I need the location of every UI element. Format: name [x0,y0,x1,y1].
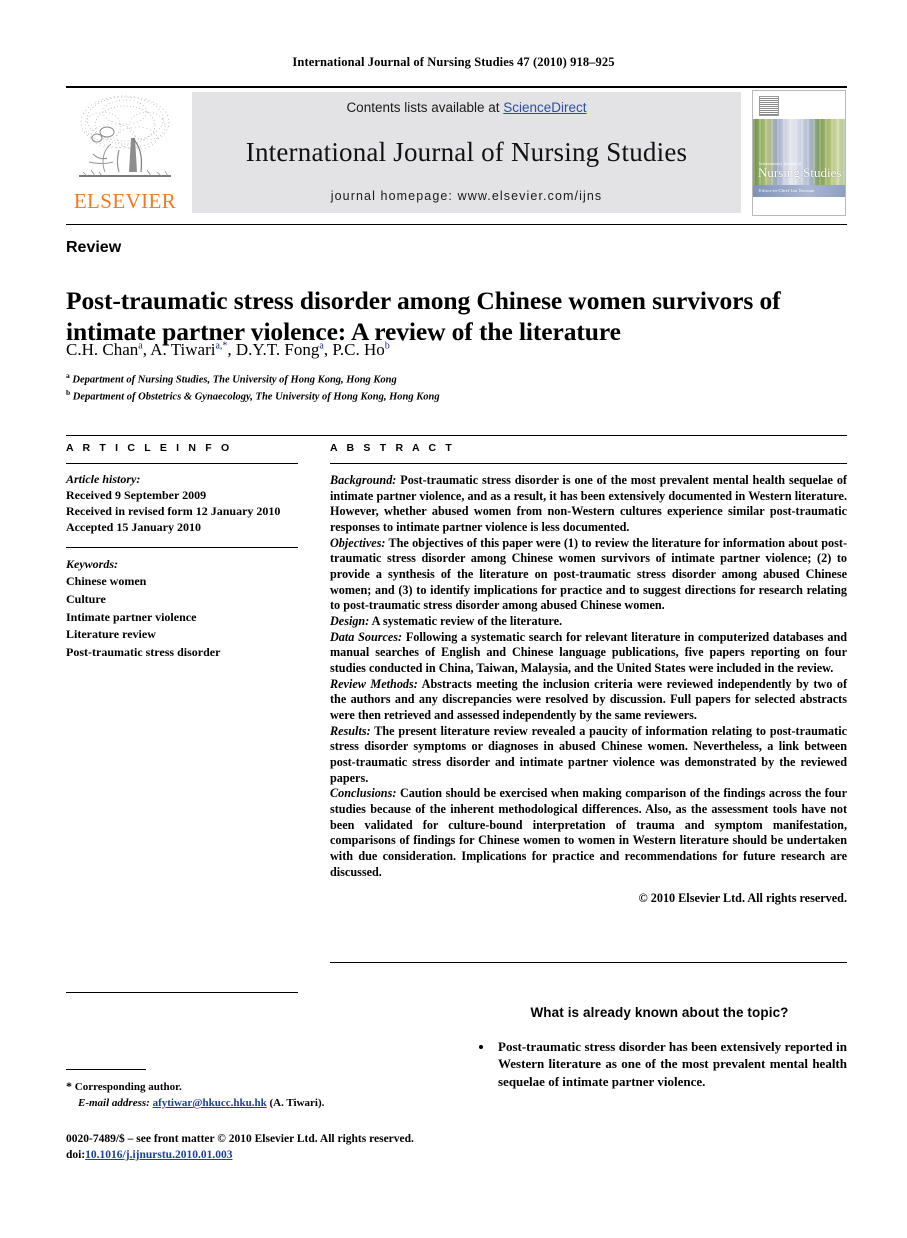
article-info-column: A R T I C L E I N F O Article history: R… [66,442,298,993]
affiliation-b: b Department of Obstetrics & Gynaecology… [66,388,826,405]
cover-footer-text: Editor-in-Chief Ian Norman [759,188,815,193]
masthead-bottom-rule [66,224,847,225]
cover-publisher-logo-icon [759,96,779,116]
cover-footer-bar: Editor-in-Chief Ian Norman [753,185,845,197]
list-item: Post-traumatic stress disorder has been … [494,1038,847,1090]
elsevier-wordmark: ELSEVIER [73,189,177,213]
elsevier-tree-icon [79,95,171,177]
abstract-section-label: Review Methods: [330,676,418,691]
article-history: Article history: Received 9 September 20… [66,464,298,536]
keyword-item: Culture [66,592,106,607]
sciencedirect-link[interactable]: ScienceDirect [503,100,586,115]
author-list: C.H. Chana, A. Tiwaria,*, D.Y.T. Fonga, … [66,340,390,359]
email-link[interactable]: afytiwar@hkucc.hku.hk [153,1097,267,1109]
affiliation-marker-b: b [66,387,71,397]
history-accepted: Accepted 15 January 2010 [66,519,201,534]
history-revised: Received in revised form 12 January 2010 [66,503,281,518]
abstract-column: A B S T R A C T Background: Post-traumat… [330,442,847,907]
running-head: International Journal of Nursing Studies… [292,55,615,69]
abstract-section: Results: The present literature review r… [330,724,847,787]
abstract-section-text: Caution should be exercised when making … [330,786,847,879]
abstract-section: Data Sources: Following a systematic sea… [330,630,847,677]
history-received: Received 9 September 2009 [66,487,207,502]
abstract-top-rule [66,435,847,436]
contents-prefix: Contents lists available at [346,100,504,115]
what-is-known-title: What is already known about the topic? [530,1005,789,1020]
author-affil-marker: a [319,340,324,352]
email-line: E-mail address: afytiwar@hkucc.hku.hk (A… [66,1096,366,1112]
affiliations: a Department of Nursing Studies, The Uni… [66,371,826,405]
journal-banner: Contents lists available at ScienceDirec… [192,92,741,213]
abstract-section-label: Background: [330,473,397,487]
journal-masthead: ELSEVIER Contents lists available at Sci… [66,86,847,216]
abstract-section-text: The present literature review revealed a… [330,723,847,785]
abstract-section: Design: A systematic review of the liter… [330,614,847,630]
journal-cover-thumbnail: International Journal of Nursing Studies… [752,90,846,216]
corresponding-marker: * [66,1079,72,1093]
doi-label: doi: [66,1149,86,1162]
abstract-copyright: © 2010 Elsevier Ltd. All rights reserved… [638,891,847,906]
abstract-section-text: Following a systematic search for releva… [330,629,848,676]
abstract-heading: A B S T R A C T [330,442,455,454]
abstract-section: Background: Post-traumatic stress disord… [330,473,847,536]
abstract-section: Conclusions: Caution should be exercised… [330,786,847,880]
affiliation-b-text: Department of Obstetrics & Gynaecology, … [72,391,440,403]
front-matter-line: 0020-7489/$ – see front matter © 2010 El… [66,1133,414,1145]
page-title: Post-traumatic stress disorder among Chi… [66,286,781,347]
email-label: E-mail address: [78,1096,150,1109]
journal-title: International Journal of Nursing Studies [245,136,688,167]
affiliation-a-text: Department of Nursing Studies, The Unive… [72,374,397,386]
front-matter-note: 0020-7489/$ – see front matter © 2010 El… [66,1131,526,1164]
elsevier-logo: ELSEVIER [66,88,184,216]
what-is-known-list: Post-traumatic stress disorder has been … [472,1038,847,1090]
article-first-page: International Journal of Nursing Studies… [0,0,907,1238]
keyword-item: Literature review [66,627,156,642]
journal-homepage: journal homepage: www.elsevier.com/ijns [330,189,603,203]
author-affil-marker: b [384,340,390,352]
abstract-section-text: A systematic review of the literature. [369,614,563,629]
abstract-section-text: The objectives of this paper were (1) to… [330,535,847,613]
abstract-body: Background: Post-traumatic stress disord… [330,464,847,907]
abstract-section-label: Objectives: [330,535,386,550]
abstract-section-label: Data Sources: [330,629,403,644]
abstract-section-label: Design: [330,614,370,629]
article-info-heading: A R T I C L E I N F O [66,442,233,454]
corresponding-line: * Corresponding author. [66,1078,366,1096]
abstract-section-label: Conclusions: [330,786,397,801]
abstract-bottom-rule [330,962,847,963]
abstract-section: Review Methods: Abstracts meeting the in… [330,677,847,724]
keywords-label: Keywords: [66,556,118,571]
doi-line: doi:10.1016/j.ijnurstu.2010.01.003 [66,1147,526,1163]
abstract-section: Objectives: The objectives of this paper… [330,536,847,614]
corresponding-text: Corresponding author. [74,1081,182,1093]
journal-cover-block: International Journal of Nursing Studies… [751,90,847,216]
affiliation-marker-a: a [66,371,70,380]
cover-title: Nursing Studies [758,165,842,180]
keyword-item: Intimate partner violence [66,609,197,624]
keyword-item: Chinese women [66,574,147,589]
abstract-section-label: Results: [330,723,371,738]
corresponding-author-note: * Corresponding author. E-mail address: … [66,1078,366,1112]
abstract-section-text: Post-traumatic stress disorder is one of… [330,473,847,535]
article-type: Review [66,239,122,256]
email-suffix: (A. Tiwari). [266,1096,325,1109]
affiliation-a: a Department of Nursing Studies, The Uni… [66,371,826,388]
author-affil-marker: a [138,340,143,352]
doi-link[interactable]: 10.1016/j.ijnurstu.2010.01.003 [85,1149,232,1161]
footnote-rule [66,1069,146,1070]
contents-line: Contents lists available at ScienceDirec… [346,100,586,115]
what-is-known-box: What is already known about the topic? P… [472,1005,847,1090]
author-affil-marker: a,* [215,340,228,352]
keywords-block: Keywords: Chinese women Culture Intimate… [66,548,298,662]
article-info-bottom-rule [66,991,298,993]
keyword-item: Post-traumatic stress disorder [66,644,221,659]
article-history-label: Article history: [66,472,141,486]
